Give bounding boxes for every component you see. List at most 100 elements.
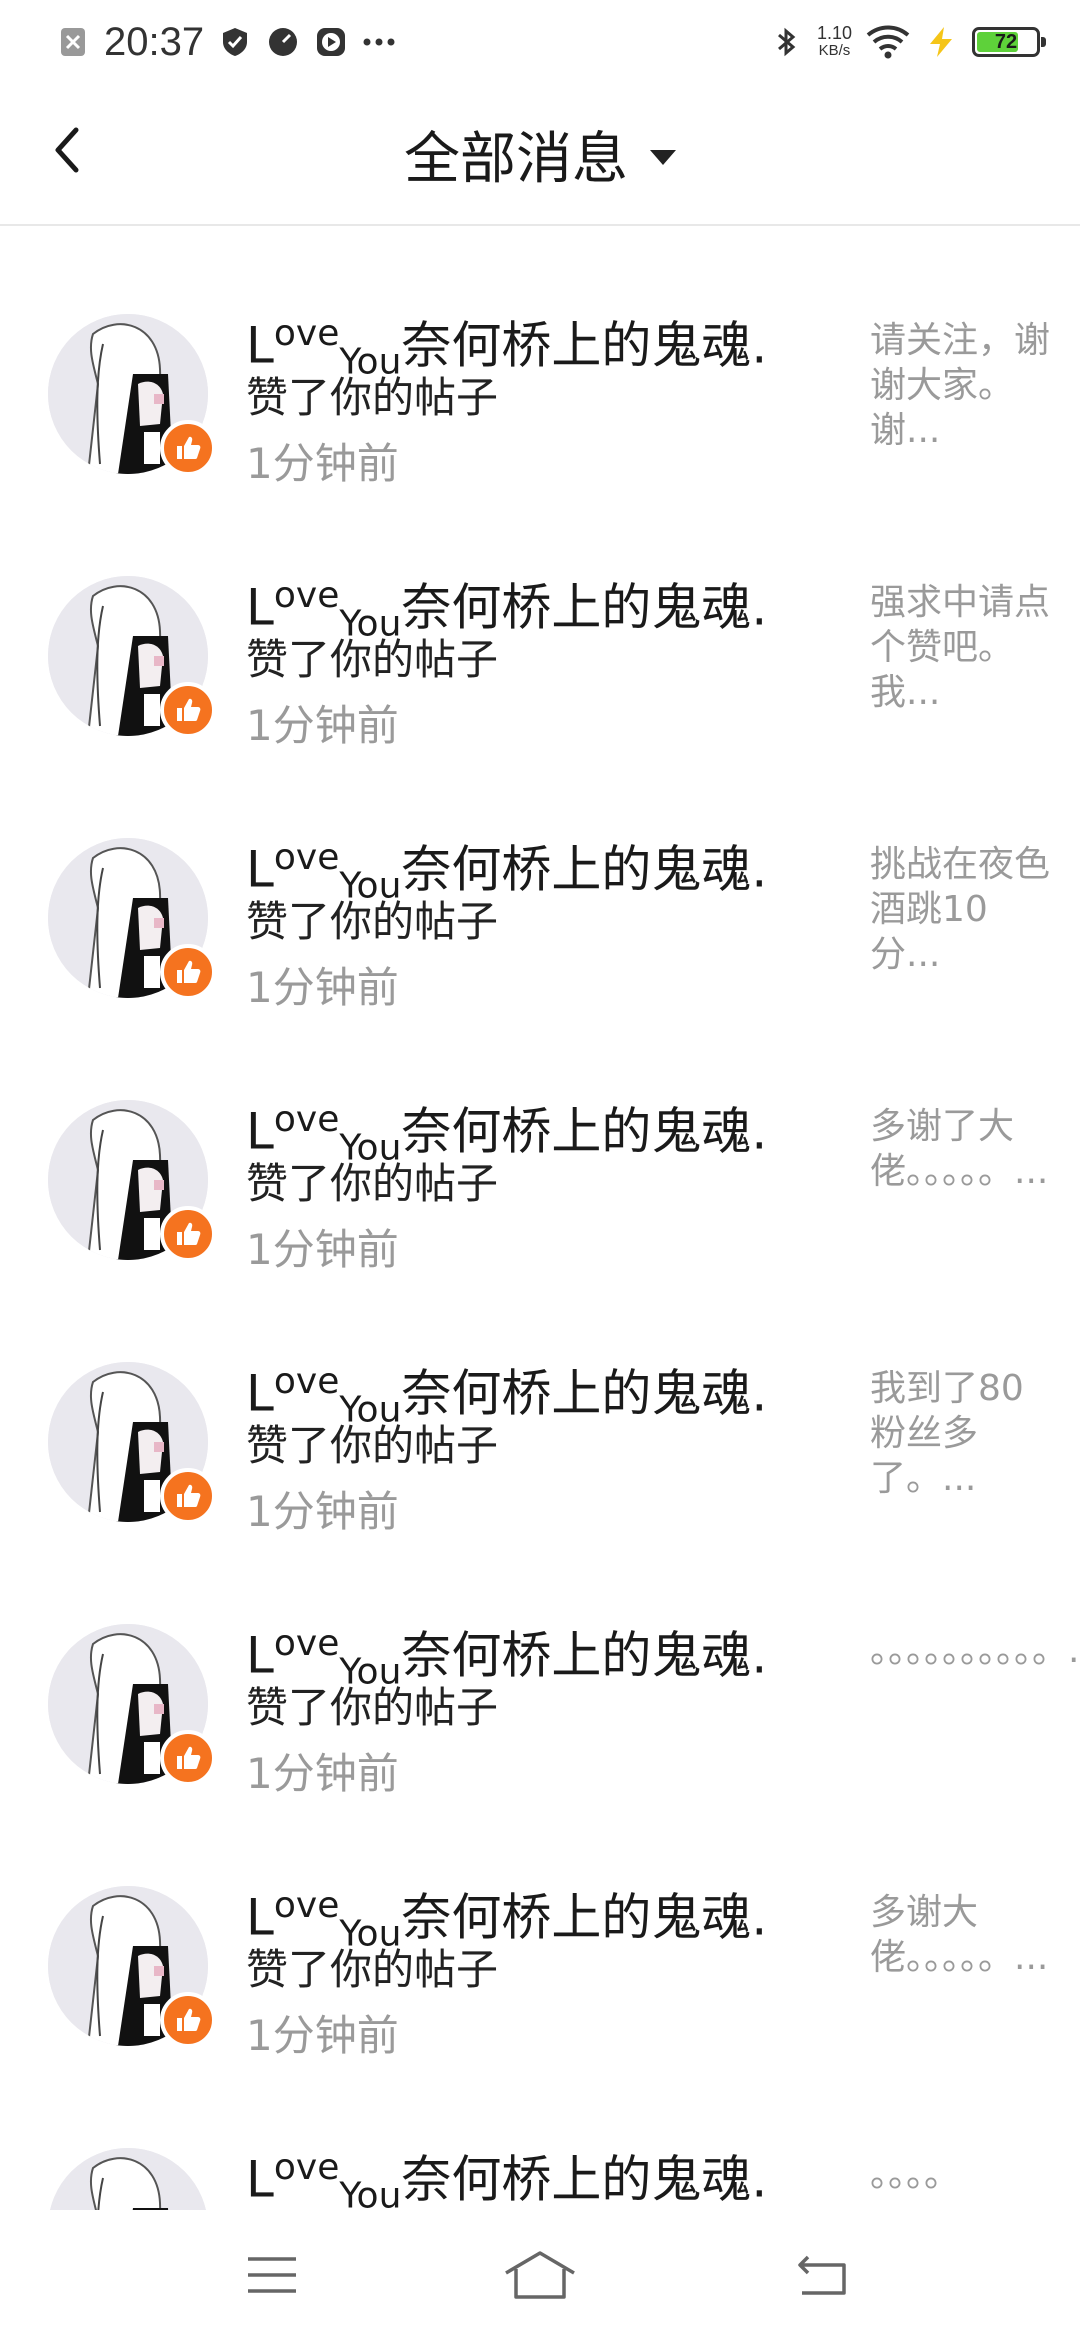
message-time: 1分钟前: [246, 2011, 399, 2060]
thumbs-up-icon: [177, 960, 201, 983]
clock: 20:37: [104, 19, 205, 64]
name-part-a: L: [246, 316, 274, 375]
name-part-c: You: [339, 2175, 402, 2210]
post-preview[interactable]: 。。。。: [870, 2152, 1050, 2197]
message-time: 1分钟前: [246, 1487, 399, 1536]
message-action: 赞了你的帖子: [246, 635, 499, 684]
name-part-a: L: [246, 2150, 274, 2209]
message-time: 1分钟前: [246, 963, 399, 1012]
shield-icon: [223, 28, 248, 56]
post-preview[interactable]: 。。。。。。。。。。...: [870, 1628, 1080, 1673]
message-action: 赞了你的帖子: [246, 373, 499, 422]
network-speed-value: 1.10: [816, 23, 852, 43]
post-preview[interactable]: 我到了80粉丝多了。...: [870, 1366, 1050, 1501]
battery-level: 72: [994, 30, 1018, 53]
post-preview[interactable]: 请关注，谢谢大家。谢...: [870, 318, 1050, 453]
name-part-d: 奈何桥上的鬼魂.: [401, 2150, 768, 2209]
message-filter-dropdown[interactable]: 全部消息: [0, 114, 1080, 195]
charging-icon: [930, 27, 952, 57]
menu-icon: [248, 2257, 296, 2293]
thumbs-up-icon: [177, 436, 201, 459]
like-badge: [160, 1206, 216, 1262]
message-action: 赞了你的帖子: [246, 1945, 499, 1994]
like-badge: [160, 682, 216, 738]
name-part-a: L: [246, 1364, 274, 1423]
name-part-d: 奈何桥上的鬼魂.: [401, 1626, 768, 1685]
name-part-d: 奈何桥上的鬼魂.: [401, 840, 768, 899]
thumbs-up-icon: [177, 1746, 201, 1769]
speed-icon: [269, 28, 298, 56]
network-speed: 1.10 KB/s: [817, 24, 852, 60]
message-item[interactable]: LoveYou奈何桥上的鬼魂. 赞了你的帖子 。。。。: [0, 2060, 1080, 2210]
page-title: 全部消息: [404, 127, 628, 192]
message-item[interactable]: LoveYou奈何桥上的鬼魂. 赞了你的帖子 1分钟前 多谢了大佬。。。。。..…: [0, 1012, 1080, 1274]
message-time: 1分钟前: [246, 439, 399, 488]
home-button[interactable]: [500, 2240, 580, 2310]
post-preview[interactable]: 强求中请点个赞吧。我...: [870, 580, 1050, 715]
menu-button[interactable]: [232, 2240, 312, 2310]
message-action: 赞了你的帖子: [246, 897, 499, 946]
post-preview[interactable]: 多谢大佬。。。。。...: [870, 1890, 1050, 1980]
avatar-image: [48, 2148, 208, 2210]
message-list[interactable]: LoveYou奈何桥上的鬼魂. 赞了你的帖子 1分钟前 请关注，谢谢大家。谢..…: [0, 226, 1080, 2210]
close-notification-icon: [61, 28, 85, 56]
name-part-a: L: [246, 1626, 274, 1685]
message-item[interactable]: LoveYou奈何桥上的鬼魂. 赞了你的帖子 1分钟前 我到了80粉丝多了。..…: [0, 1274, 1080, 1536]
like-badge: [160, 1730, 216, 1786]
name-part-d: 奈何桥上的鬼魂.: [401, 1888, 768, 1947]
name-part-d: 奈何桥上的鬼魂.: [401, 316, 768, 375]
post-preview[interactable]: 挑战在夜色酒跳10分...: [870, 842, 1050, 977]
like-badge: [160, 1992, 216, 2048]
name-part-a: L: [246, 1888, 274, 1947]
name-part-b: ove: [273, 837, 340, 878]
status-right: 1.10 KB/s 72: [769, 14, 1046, 70]
message-item[interactable]: LoveYou奈何桥上的鬼魂. 赞了你的帖子 1分钟前 挑战在夜色酒跳10分..…: [0, 750, 1080, 1012]
name-part-a: L: [246, 1102, 274, 1161]
system-back-button[interactable]: [782, 2240, 862, 2310]
thumbs-up-icon: [177, 1484, 201, 1507]
message-time: 1分钟前: [246, 1225, 399, 1274]
thumbs-up-icon: [177, 698, 201, 721]
message-action: 赞了你的帖子: [246, 1683, 499, 1732]
home-icon: [505, 2251, 575, 2299]
name-part-a: L: [246, 578, 274, 637]
status-left: 20:37: [56, 14, 396, 70]
name-part-b: ove: [273, 575, 340, 616]
name-part-b: ove: [273, 1361, 340, 1402]
name-part-b: ove: [273, 1099, 340, 1140]
wifi-icon: [866, 25, 910, 59]
message-action: 赞了你的帖子: [246, 1421, 499, 1470]
network-speed-unit: KB/s: [818, 42, 851, 59]
name-part-b: ove: [273, 1623, 340, 1664]
message-action: 赞了你的帖子: [246, 1159, 499, 1208]
status-bar: 20:37 1.10 KB/s 72: [0, 0, 1080, 84]
name-part-d: 奈何桥上的鬼魂.: [401, 578, 768, 637]
more-dots-icon: [363, 38, 395, 46]
message-time: 1分钟前: [246, 1749, 399, 1798]
like-badge: [160, 420, 216, 476]
post-preview[interactable]: 多谢了大佬。。。。。...: [870, 1104, 1050, 1194]
like-badge: [160, 944, 216, 1000]
battery-icon: 72: [972, 27, 1046, 57]
name-part-d: 奈何桥上的鬼魂.: [401, 1364, 768, 1423]
back-icon: [798, 2255, 846, 2295]
name-part-b: ove: [273, 2147, 340, 2188]
message-item[interactable]: LoveYou奈何桥上的鬼魂. 赞了你的帖子 1分钟前 请关注，谢谢大家。谢..…: [0, 226, 1080, 488]
system-nav-bar: [0, 2210, 1080, 2340]
name-part-b: ove: [273, 313, 340, 354]
caret-down-icon: [650, 150, 676, 165]
bluetooth-icon: [777, 27, 796, 57]
sender-name[interactable]: LoveYou奈何桥上的鬼魂.: [246, 2138, 767, 2210]
name-part-d: 奈何桥上的鬼魂.: [401, 1102, 768, 1161]
message-item[interactable]: LoveYou奈何桥上的鬼魂. 赞了你的帖子 1分钟前 。。。。。。。。。。..…: [0, 1536, 1080, 1798]
name-part-b: ove: [273, 1885, 340, 1926]
avatar[interactable]: [48, 2148, 208, 2210]
message-time: 1分钟前: [246, 701, 399, 750]
message-item[interactable]: LoveYou奈何桥上的鬼魂. 赞了你的帖子 1分钟前 强求中请点个赞吧。我..…: [0, 488, 1080, 750]
thumbs-up-icon: [177, 2008, 201, 2031]
message-item[interactable]: LoveYou奈何桥上的鬼魂. 赞了你的帖子 1分钟前 多谢大佬。。。。。...: [0, 1798, 1080, 2060]
play-icon: [317, 28, 346, 56]
thumbs-up-icon: [177, 1222, 201, 1245]
name-part-a: L: [246, 840, 274, 899]
like-badge: [160, 1468, 216, 1524]
